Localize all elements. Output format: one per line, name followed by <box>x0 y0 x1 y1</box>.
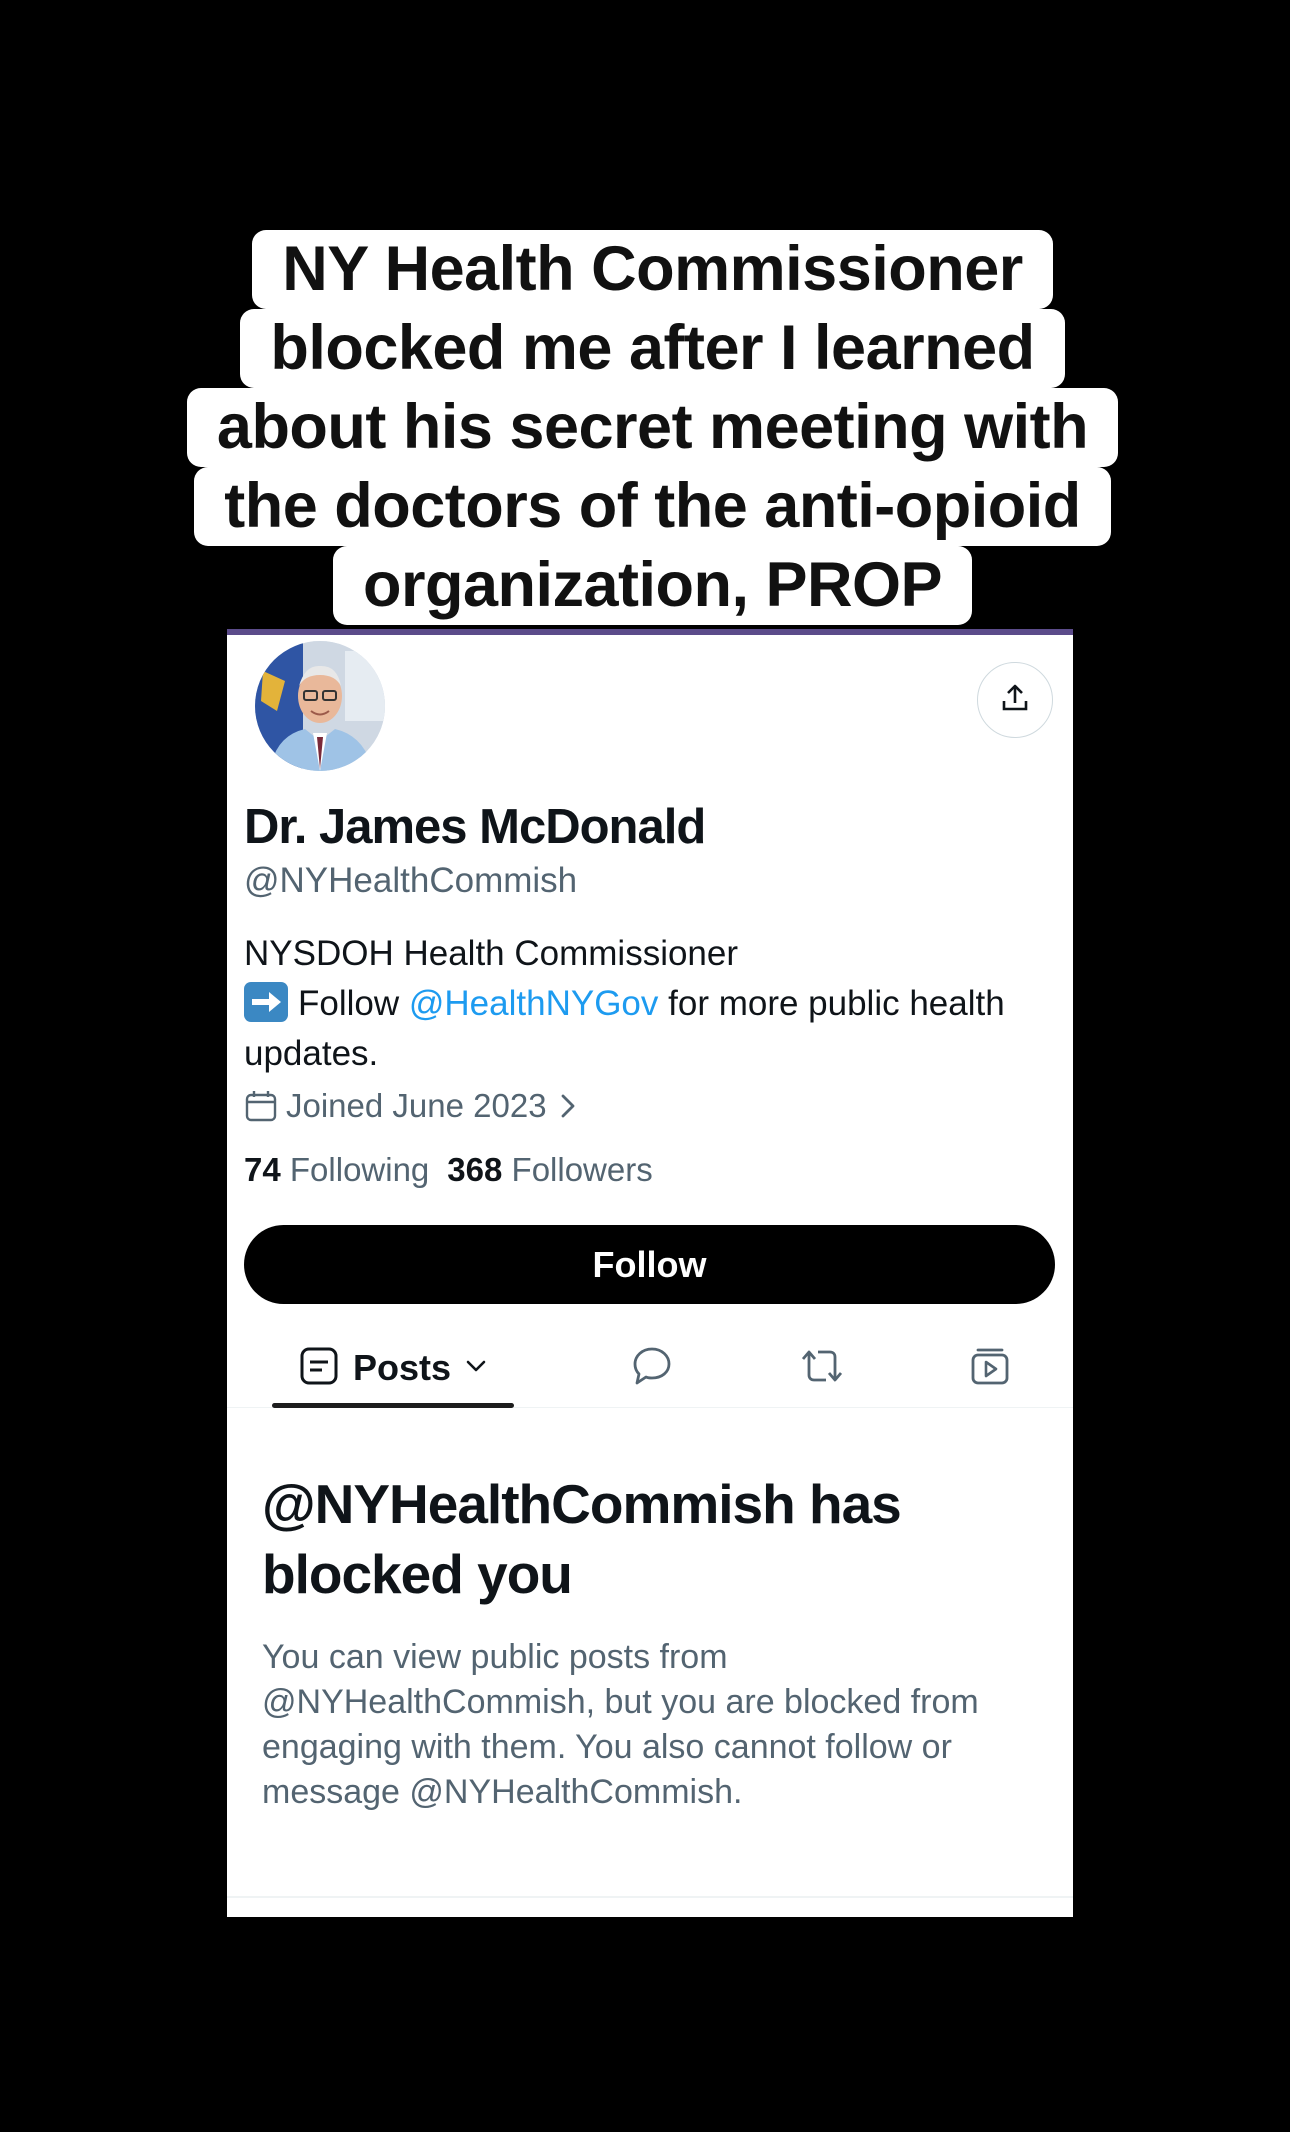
follow-stats: 74 Following 368 Followers <box>244 1151 653 1189</box>
mention-link[interactable]: @HealthNYGov <box>409 984 659 1023</box>
blocked-title: @NYHealthCommish has blocked you <box>262 1473 902 1605</box>
caption-line: the doctors of the anti-opioid <box>194 467 1111 546</box>
avatar[interactable] <box>255 641 385 771</box>
handle: @NYHealthCommish <box>244 861 578 900</box>
bio-line-title: NYSDOH Health Commissioner <box>244 934 739 973</box>
tab-posts[interactable]: Posts <box>272 1329 514 1407</box>
following-stat[interactable]: 74 Following <box>244 1151 429 1188</box>
display-name: Dr. James McDonald <box>244 800 706 854</box>
followers-count: 368 <box>447 1151 503 1188</box>
tab-replies[interactable] <box>617 1329 687 1407</box>
blocked-description: You can view public posts from @NYHealth… <box>262 1638 979 1811</box>
active-tab-indicator <box>272 1403 514 1408</box>
profile-card: Dr. James McDonald @NYHealthCommish NYSD… <box>227 629 1073 1917</box>
share-button[interactable] <box>977 662 1053 738</box>
divider <box>227 1896 1073 1898</box>
joined-label: Joined June 2023 <box>286 1087 547 1124</box>
caption-overlay: NY Health Commissioner blocked me after … <box>175 230 1130 625</box>
followers-label: Followers <box>511 1151 653 1188</box>
following-count: 74 <box>244 1151 281 1188</box>
bio-line-updates: updates. <box>244 1034 379 1073</box>
right-arrow-emoji-icon <box>244 982 288 1022</box>
bio-follow-rest: for more public health <box>668 984 1005 1023</box>
tab-media[interactable] <box>955 1329 1025 1407</box>
speech-bubble-icon <box>631 1345 673 1392</box>
posts-icon <box>299 1346 339 1391</box>
calendar-icon <box>244 1089 278 1123</box>
followers-stat[interactable]: 368 Followers <box>447 1151 652 1188</box>
joined-date[interactable]: Joined June 2023 <box>244 1087 577 1125</box>
profile-tabs: Posts <box>227 1329 1073 1408</box>
caption-line: about his secret meeting with <box>186 388 1119 467</box>
tab-posts-label: Posts <box>352 1347 452 1388</box>
caption-line: organization, PROP <box>332 546 973 625</box>
caption-line: blocked me after I learned <box>240 309 1065 388</box>
follow-button[interactable]: Follow <box>244 1225 1055 1304</box>
bio-follow-word: Follow <box>298 984 400 1023</box>
bio: NYSDOH Health Commissioner Follow @Healt… <box>244 929 1064 1079</box>
following-label: Following <box>289 1151 430 1188</box>
chevron-right-icon <box>559 1092 577 1120</box>
header-banner-edge <box>227 629 1073 635</box>
chevron-down-icon <box>465 1359 487 1378</box>
media-icon <box>969 1345 1011 1392</box>
bio-line-follow: Follow @HealthNYGov for more public heal… <box>244 979 1064 1029</box>
tab-reposts[interactable] <box>787 1329 857 1407</box>
share-icon <box>999 682 1031 719</box>
repost-icon <box>798 1345 846 1392</box>
caption-line: NY Health Commissioner <box>252 230 1053 309</box>
